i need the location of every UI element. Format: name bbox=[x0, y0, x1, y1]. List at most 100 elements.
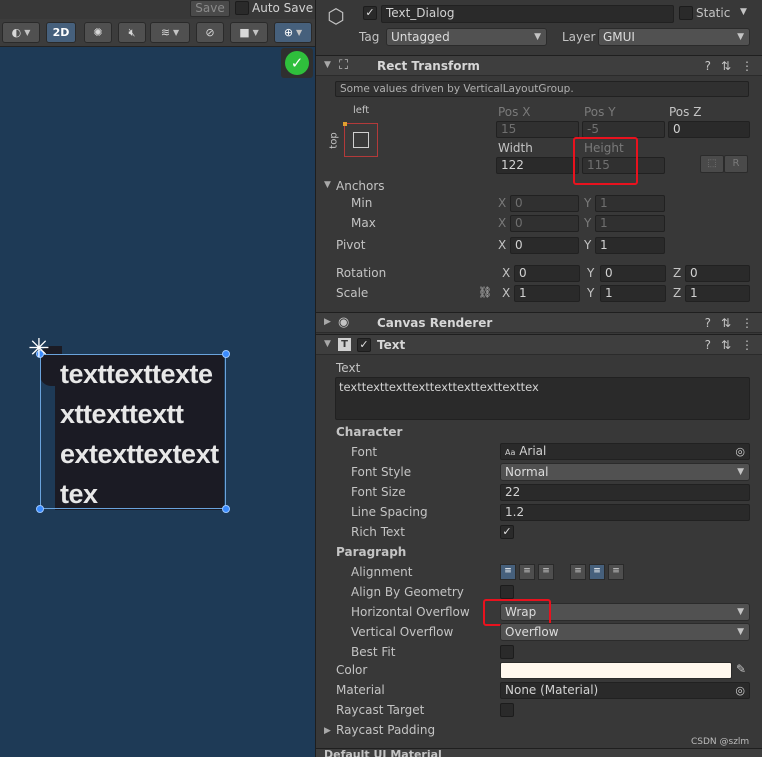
dashed-rect-icon: ⬚ bbox=[707, 158, 717, 169]
tag-dropdown[interactable]: Untagged ▼ bbox=[386, 28, 547, 46]
material-field[interactable]: None (Material) ◎ bbox=[500, 682, 750, 699]
anchor-min-x-field[interactable]: 0 bbox=[510, 195, 579, 212]
text-enabled-checkbox[interactable]: ✓ bbox=[357, 338, 371, 352]
anchor-max-x-field[interactable]: 0 bbox=[510, 215, 579, 232]
kebab-menu-icon[interactable]: ⋮ bbox=[741, 59, 753, 73]
font-style-label: Font Style bbox=[351, 465, 412, 479]
audio-toggle[interactable]: 🔇︎ bbox=[118, 22, 146, 43]
best-fit-checkbox[interactable] bbox=[500, 645, 514, 659]
rich-text-checkbox[interactable]: ✓ bbox=[500, 525, 514, 539]
sphere-icon: ◐ bbox=[11, 26, 22, 39]
width-field[interactable]: 122 bbox=[496, 157, 579, 174]
align-center-icon[interactable]: ≡ bbox=[519, 564, 535, 580]
rotation-x-field[interactable]: 0 bbox=[514, 265, 580, 282]
blueprint-mode-button[interactable]: ⬚ bbox=[700, 155, 724, 173]
line-spacing-field[interactable]: 1.2 bbox=[500, 504, 750, 521]
next-component-label: Default UI Material bbox=[324, 748, 442, 757]
kebab-menu-icon[interactable]: ⋮ bbox=[741, 316, 753, 330]
fold-arrow-icon[interactable]: ▶ bbox=[324, 317, 331, 327]
raw-edit-button[interactable]: R bbox=[724, 155, 748, 173]
anchor-min-y-field[interactable]: 1 bbox=[595, 195, 665, 212]
scene-visibility-toggle[interactable]: ⊘ bbox=[196, 22, 224, 43]
kebab-menu-icon[interactable]: ⋮ bbox=[741, 338, 753, 352]
help-icon[interactable]: ? bbox=[705, 338, 711, 352]
scale-y-field[interactable]: 1 bbox=[600, 285, 666, 302]
mode-2d-toggle[interactable]: 2D bbox=[46, 22, 76, 43]
pos-z-field[interactable]: 0 bbox=[668, 121, 750, 138]
anchors-fold-icon[interactable]: ▼ bbox=[324, 180, 331, 190]
object-name-field[interactable]: Text_Dialog bbox=[381, 5, 674, 23]
help-icon[interactable]: ? bbox=[705, 59, 711, 73]
align-middle-icon[interactable]: ≡ bbox=[589, 564, 605, 580]
rotation-y-field[interactable]: 0 bbox=[600, 265, 666, 282]
align-top-icon[interactable]: ≡ bbox=[570, 564, 586, 580]
pos-x-field[interactable]: 15 bbox=[496, 121, 579, 138]
color-swatch[interactable] bbox=[500, 662, 732, 679]
object-picker-icon[interactable]: ◎ bbox=[735, 444, 745, 459]
rect-handle-top-right[interactable] bbox=[222, 350, 230, 358]
link-icon[interactable]: ⛓ bbox=[478, 286, 492, 299]
lighting-toggle[interactable]: ✺ bbox=[84, 22, 112, 43]
layers-icon: ≋ bbox=[160, 26, 171, 39]
scale-x-field[interactable]: 1 bbox=[514, 285, 580, 302]
help-icon[interactable]: ? bbox=[705, 316, 711, 330]
save-button[interactable]: Save bbox=[190, 0, 230, 17]
fold-arrow-icon[interactable]: ▼ bbox=[324, 339, 331, 349]
align-bottom-icon[interactable]: ≡ bbox=[608, 564, 624, 580]
shading-mode-dropdown[interactable]: ◐ ▼ bbox=[2, 22, 40, 43]
auto-save-checkbox[interactable] bbox=[235, 1, 249, 15]
vertical-alignment-group: ≡ ≡ ≡ bbox=[570, 564, 630, 580]
pivot-x-field[interactable]: 0 bbox=[510, 237, 579, 254]
checkmark-icon: ✓ bbox=[285, 51, 309, 75]
rect-handle-bottom-right[interactable] bbox=[222, 505, 230, 513]
next-component-header[interactable]: Default UI Material bbox=[316, 748, 762, 757]
pos-y-field[interactable]: -5 bbox=[582, 121, 665, 138]
align-right-icon[interactable]: ≡ bbox=[538, 564, 554, 580]
text-component-header[interactable]: ▼ T ✓ Text ? ⇅ ⋮ bbox=[316, 334, 762, 355]
pivot-y-field[interactable]: 1 bbox=[595, 237, 665, 254]
object-picker-icon[interactable]: ◎ bbox=[735, 683, 745, 698]
rotation-z-field[interactable]: 0 bbox=[685, 265, 750, 282]
preset-sliders-icon[interactable]: ⇅ bbox=[721, 338, 731, 352]
canvas-renderer-header[interactable]: ▶ ◉ Canvas Renderer ? ⇅ ⋮ bbox=[316, 312, 762, 333]
tag-label: Tag bbox=[359, 30, 380, 44]
gameobject-cube-icon: ⬡ bbox=[327, 4, 345, 28]
scale-z-field[interactable]: 1 bbox=[685, 285, 750, 302]
raycast-target-label: Raycast Target bbox=[336, 703, 425, 717]
anchor-top-label: top bbox=[328, 132, 340, 149]
align-left-icon[interactable]: ≡ bbox=[500, 564, 516, 580]
anchor-max-label: Max bbox=[351, 216, 376, 230]
align-by-geometry-checkbox[interactable] bbox=[500, 585, 514, 599]
character-section-label: Character bbox=[336, 425, 403, 439]
rich-text-label: Rich Text bbox=[351, 525, 405, 539]
gizmos-dropdown[interactable]: ⊕ ▼ bbox=[274, 22, 312, 43]
camera-dropdown[interactable]: ■ ▼ bbox=[230, 22, 268, 43]
eyedropper-icon[interactable]: ✎ bbox=[736, 662, 746, 676]
text-component-title: Text bbox=[377, 338, 406, 352]
active-checkbox[interactable]: ✓ bbox=[363, 6, 377, 20]
rect-transform-header[interactable]: ▼ ⛶ Rect Transform ? ⇅ ⋮ bbox=[316, 55, 762, 76]
static-dropdown-caret[interactable]: ▼ bbox=[740, 7, 747, 17]
rect-selection-outline[interactable] bbox=[36, 350, 230, 513]
rotation-label: Rotation bbox=[336, 266, 387, 280]
raycast-padding-fold-icon[interactable]: ▶ bbox=[324, 726, 331, 736]
anchor-max-y-field[interactable]: 1 bbox=[595, 215, 665, 232]
rect-handle-bottom-left[interactable] bbox=[36, 505, 44, 513]
raycast-target-checkbox[interactable] bbox=[500, 703, 514, 717]
pivot-label: Pivot bbox=[336, 238, 366, 252]
layer-dropdown[interactable]: GMUI ▼ bbox=[598, 28, 750, 46]
font-size-field[interactable]: 22 bbox=[500, 484, 750, 501]
static-checkbox[interactable] bbox=[679, 6, 693, 20]
pivot-y-axis: Y bbox=[584, 238, 592, 252]
preset-sliders-icon[interactable]: ⇅ bbox=[721, 59, 731, 73]
anchor-preset-button[interactable] bbox=[343, 122, 378, 157]
vertical-overflow-dropdown[interactable]: Overflow ▼ bbox=[500, 623, 750, 641]
highlight-height-box bbox=[573, 137, 638, 185]
font-style-dropdown[interactable]: Normal ▼ bbox=[500, 463, 750, 481]
text-area[interactable]: texttexttexttexttexttexttexttexttex bbox=[335, 377, 750, 420]
effects-dropdown[interactable]: ≋ ▼ bbox=[150, 22, 190, 43]
font-field[interactable]: Aa Arial ◎ bbox=[500, 443, 750, 460]
anchor-icon[interactable]: ✳ bbox=[28, 336, 50, 362]
fold-arrow-icon[interactable]: ▼ bbox=[324, 60, 331, 70]
preset-sliders-icon[interactable]: ⇅ bbox=[721, 316, 731, 330]
